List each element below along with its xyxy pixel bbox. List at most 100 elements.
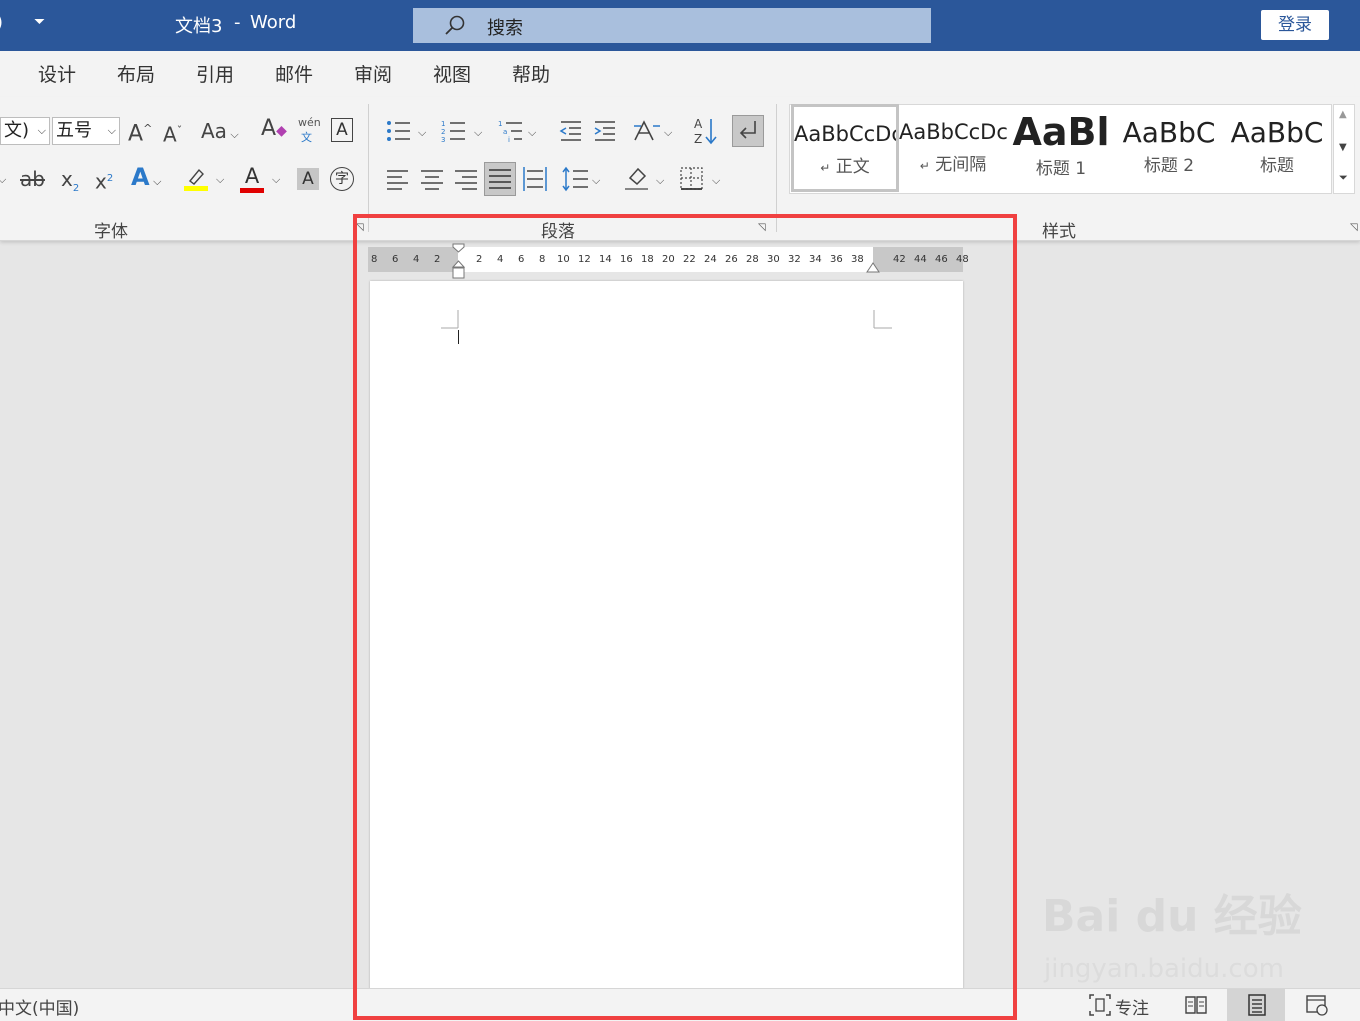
grow-font-icon[interactable]: A^ xyxy=(128,117,152,146)
enclose-characters-icon[interactable]: 字 xyxy=(330,167,354,191)
chevron-down-icon[interactable]: ⌵ xyxy=(216,168,224,192)
login-button[interactable]: 登录 xyxy=(1261,10,1329,40)
undo-icon[interactable]: ) xyxy=(0,12,3,33)
chevron-down-icon[interactable]: ⌵ xyxy=(712,169,720,193)
search-box[interactable]: 搜索 xyxy=(413,8,931,43)
paragraph-mark-icon xyxy=(739,121,756,139)
print-layout-button[interactable] xyxy=(1227,989,1285,1021)
watermark-url: jingyan.baidu.com xyxy=(1044,954,1284,984)
chevron-down-icon: ⌵ xyxy=(107,124,116,137)
bullets-icon[interactable] xyxy=(386,119,412,143)
svg-text:A: A xyxy=(694,117,703,131)
style-sample: AaBbC xyxy=(1230,116,1324,149)
tab-layout[interactable]: 布局 xyxy=(117,60,155,87)
align-right-icon[interactable] xyxy=(454,167,478,191)
font-size-value: 五号 xyxy=(56,120,92,141)
scroll-down-icon[interactable]: ▼ xyxy=(1339,142,1347,153)
subscript-icon[interactable]: x2 xyxy=(61,167,79,201)
line-spacing-icon[interactable] xyxy=(562,166,590,192)
multilevel-list-icon[interactable]: 1ai xyxy=(498,119,524,143)
increase-indent-icon[interactable] xyxy=(593,119,617,143)
style-name: 标题 xyxy=(1260,156,1294,176)
svg-text:a: a xyxy=(503,128,507,136)
chevron-down-icon[interactable]: ⌵ xyxy=(656,169,664,193)
style-sample: AaBl xyxy=(1012,110,1110,154)
tab-help[interactable]: 帮助 xyxy=(512,60,550,87)
chevron-down-icon[interactable]: ⌵ xyxy=(664,121,672,145)
styles-group-label: 样式 xyxy=(1042,222,1076,242)
change-case-icon[interactable]: Aa ⌵ xyxy=(201,119,239,147)
more-styles-icon[interactable]: ⏷ xyxy=(1339,171,1348,185)
highlight-box xyxy=(353,214,1017,1020)
chevron-down-icon[interactable]: ⌵ xyxy=(418,121,426,145)
align-left-icon[interactable] xyxy=(386,167,410,191)
svg-text:1: 1 xyxy=(498,120,502,128)
print-layout-icon xyxy=(1248,994,1266,1016)
group-divider xyxy=(776,104,777,232)
highlighter-icon xyxy=(184,168,208,191)
styles-dialog-launcher-icon[interactable]: ◹ xyxy=(1350,222,1358,233)
chevron-down-icon[interactable]: ⌵ xyxy=(528,121,536,145)
read-mode-icon[interactable] xyxy=(1184,993,1208,1017)
font-name-value: 文) xyxy=(4,120,30,141)
distributed-icon[interactable] xyxy=(522,165,548,193)
font-group-label: 字体 xyxy=(94,222,128,242)
tab-view[interactable]: 视图 xyxy=(433,60,471,87)
align-center-icon[interactable] xyxy=(420,167,444,191)
chevron-down-icon: ⌵ xyxy=(37,124,46,137)
font-color-icon[interactable]: A xyxy=(240,164,264,193)
numbering-icon[interactable]: 123 xyxy=(441,119,467,143)
character-shading-icon[interactable]: A xyxy=(297,168,319,190)
text-effects-icon[interactable]: A ⌵ xyxy=(131,165,161,194)
chevron-down-icon[interactable]: ⌵ xyxy=(592,169,600,193)
asian-layout-icon[interactable] xyxy=(632,118,662,144)
justify-button[interactable] xyxy=(484,162,516,196)
style-sample: AaBbC xyxy=(1122,116,1216,149)
tab-review[interactable]: 审阅 xyxy=(354,60,392,87)
font-name-combo[interactable]: 文) ⌵ xyxy=(0,117,50,145)
shrink-font-icon[interactable]: Aˇ xyxy=(163,119,182,147)
clear-formatting-icon[interactable]: A◆ xyxy=(261,117,287,143)
svg-text:Z: Z xyxy=(694,132,702,146)
phonetic-guide-icon[interactable]: wén 文 xyxy=(298,116,321,145)
decrease-indent-icon[interactable] xyxy=(559,119,583,143)
borders-icon[interactable] xyxy=(679,166,705,192)
app-name: Word xyxy=(250,12,297,33)
focus-label[interactable]: 专注 xyxy=(1115,994,1149,1019)
shading-icon[interactable] xyxy=(624,164,652,192)
chevron-down-icon[interactable]: ⌵ xyxy=(0,168,6,192)
svg-text:i: i xyxy=(508,136,510,143)
scroll-up-icon[interactable]: ▲ xyxy=(1339,109,1347,120)
quick-access-dropdown-icon[interactable]: ⏷ xyxy=(34,14,45,30)
language-indicator[interactable]: 中文(中国) xyxy=(0,994,79,1019)
justify-icon xyxy=(489,169,511,189)
tab-mailings[interactable]: 邮件 xyxy=(275,60,313,87)
sort-icon[interactable]: AZ xyxy=(694,116,720,146)
search-icon xyxy=(445,15,465,35)
style-no-spacing[interactable]: AaBbCcDc ↵ 无间隔 xyxy=(899,104,1007,192)
character-border-icon[interactable]: A xyxy=(331,118,353,142)
strikethrough-icon[interactable]: ab xyxy=(20,167,45,191)
highlight-color-icon[interactable] xyxy=(184,166,210,196)
show-formatting-marks-button[interactable] xyxy=(732,115,764,147)
document-name: 文档3 xyxy=(175,16,223,37)
style-heading-2[interactable]: AaBbC 标题 2 xyxy=(1115,104,1223,192)
title-separator: - xyxy=(234,12,241,33)
tab-design[interactable]: 设计 xyxy=(38,60,76,87)
font-size-combo[interactable]: 五号 ⌵ xyxy=(52,117,120,145)
style-normal[interactable]: AaBbCcDc ↵ 正文 xyxy=(791,104,899,192)
chevron-down-icon[interactable]: ⌵ xyxy=(474,121,482,145)
chevron-down-icon[interactable]: ⌵ xyxy=(272,168,280,192)
style-title[interactable]: AaBbC 标题 xyxy=(1223,104,1331,192)
style-name: 标题 2 xyxy=(1143,156,1195,176)
focus-icon[interactable] xyxy=(1088,993,1112,1017)
style-heading-1[interactable]: AaBl 标题 1 xyxy=(1007,104,1115,192)
tab-references[interactable]: 引用 xyxy=(196,60,234,87)
font-color-swatch xyxy=(240,188,264,193)
web-layout-icon[interactable] xyxy=(1305,993,1329,1017)
style-sample: AaBbCcDc xyxy=(899,120,1007,144)
superscript-icon[interactable]: x2 xyxy=(95,167,113,194)
style-name: 标题 1 xyxy=(1035,159,1087,179)
watermark-logo: Bai du 经验 xyxy=(1042,891,1302,942)
styles-gallery-scroll: ▲ ▼ ⏷ xyxy=(1333,104,1355,194)
